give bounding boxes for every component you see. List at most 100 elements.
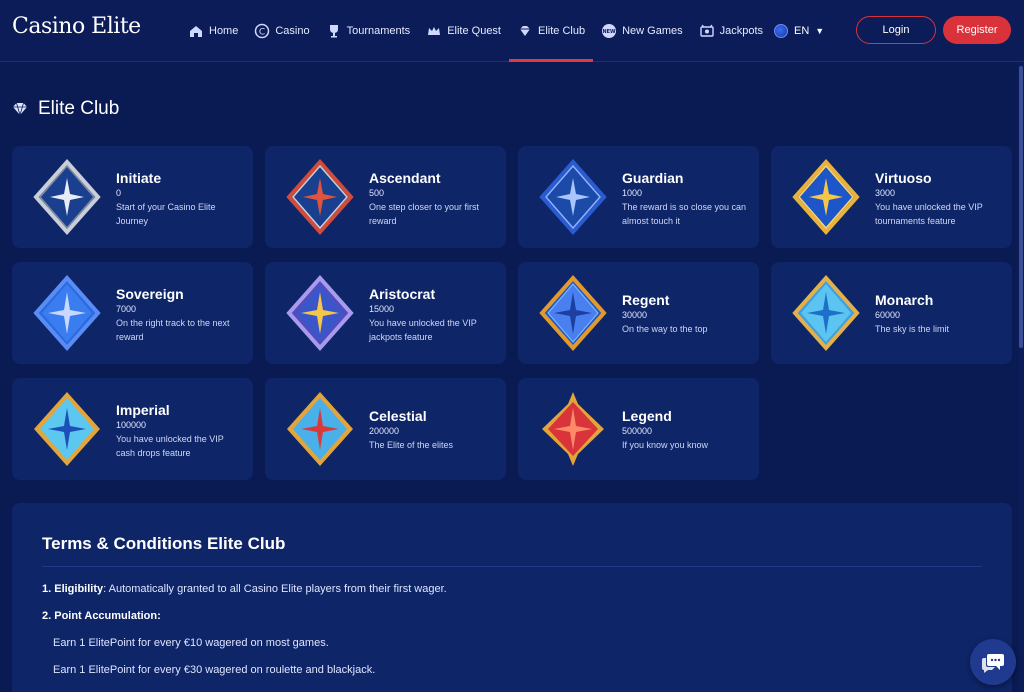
tier-description: You have unlocked the VIP cash drops fea… [116, 434, 224, 458]
svg-text:NEW: NEW [603, 29, 617, 35]
globe-icon [774, 24, 788, 38]
terms-eligibility: 1. Eligibility: Automatically granted to… [42, 583, 447, 595]
tier-card-ascendant: Ascendant 500 One step closer to your fi… [265, 146, 506, 248]
tier-points: 0 [116, 188, 122, 198]
nav-home-label: Home [209, 25, 239, 37]
tier-name: Initiate [116, 170, 162, 186]
login-button[interactable]: Login [856, 16, 936, 44]
tier-points: 200000 [369, 426, 400, 436]
crown-icon [428, 27, 441, 35]
top-header: Casino Elite Home C Casino Tournaments E… [0, 0, 1024, 62]
tier-name: Regent [622, 292, 670, 308]
main-nav: Home C Casino Tournaments Elite Quest El… [180, 0, 771, 62]
tier-description: The sky is the limit [875, 324, 950, 334]
jackpot-icon [699, 24, 714, 37]
eligibility-label: 1. Eligibility [42, 583, 104, 595]
tier-points: 15000 [369, 304, 395, 314]
points-rule-1: Earn 1 ElitePoint for every €10 wagered … [53, 637, 329, 649]
diamond-icon [520, 26, 530, 36]
points-label: 2. Point Accumulation: [42, 610, 161, 622]
initiate-badge-icon [33, 158, 101, 236]
page-title: Elite Club [12, 98, 119, 120]
nav-casino[interactable]: C Casino [246, 0, 317, 62]
sovereign-badge-icon [33, 274, 101, 352]
new-badge-icon: NEW [602, 24, 617, 38]
terms-section: Terms & Conditions Elite Club 1. Eligibi… [12, 503, 1012, 692]
tier-card-aristocrat: Aristocrat 15000 You have unlocked the V… [265, 262, 506, 364]
tier-card-sovereign: Sovereign 7000 On the right track to the… [12, 262, 253, 364]
points-rule-2: Earn 1 ElitePoint for every €30 wagered … [53, 664, 376, 676]
tier-points: 7000 [116, 304, 137, 314]
tier-card-celestial: Celestial 200000 The Elite of the elites [265, 378, 506, 480]
language-label: EN [794, 25, 810, 37]
tier-name: Monarch [875, 292, 934, 308]
celestial-badge-icon [287, 392, 353, 466]
trophy-icon [329, 25, 338, 38]
tier-description: One step closer to your first reward [369, 202, 480, 226]
tier-name: Guardian [622, 170, 684, 186]
nav-new-games-label: New Games [622, 25, 683, 37]
tier-points: 500000 [622, 426, 653, 436]
terms-point-accumulation: 2. Point Accumulation: [42, 610, 161, 622]
tier-points: 1000 [622, 188, 643, 198]
nav-tournaments-label: Tournaments [346, 25, 411, 37]
nav-jackpots-label: Jackpots [719, 25, 764, 37]
nav-home[interactable]: Home [180, 0, 246, 62]
page-title-text: Elite Club [38, 98, 120, 119]
svg-text:C: C [259, 28, 265, 38]
tier-points: 3000 [875, 188, 896, 198]
nav-jackpots[interactable]: Jackpots [691, 0, 771, 62]
tier-description: The Elite of the elites [369, 440, 454, 450]
terms-title: Terms & Conditions Elite Club [42, 534, 286, 553]
eligibility-text: : Automatically granted to all Casino El… [103, 583, 447, 595]
casino-chip-icon: C [255, 23, 270, 39]
tier-name: Celestial [369, 408, 427, 424]
register-button[interactable]: Register [943, 16, 1011, 44]
chat-button[interactable] [970, 639, 1016, 685]
nav-elite-club[interactable]: Elite Club [509, 0, 594, 62]
tier-card-legend: Legend 500000 If you know you know [518, 378, 759, 480]
nav-elite-quest-label: Elite Quest [447, 25, 501, 37]
tier-description: On the right track to the next reward [116, 318, 230, 342]
nav-casino-label: Casino [275, 25, 310, 37]
tier-card-monarch: Monarch 60000 The sky is the limit [771, 262, 1012, 364]
tier-name: Aristocrat [369, 286, 436, 302]
tier-points: 60000 [875, 310, 901, 320]
tier-description: You have unlocked the VIP jackpots featu… [369, 318, 477, 342]
nav-elite-club-label: Elite Club [538, 25, 586, 37]
tier-name: Imperial [116, 402, 170, 418]
monarch-badge-icon [792, 274, 860, 352]
tier-card-guardian: Guardian 1000 The reward is so close you… [518, 146, 759, 248]
nav-elite-quest[interactable]: Elite Quest [418, 0, 509, 62]
tier-description: You have unlocked the VIP tournaments fe… [875, 202, 983, 226]
home-icon [190, 26, 202, 37]
tier-description: The reward is so close you can almost to… [622, 202, 747, 226]
imperial-badge-icon [34, 392, 100, 466]
tier-description: On the way to the top [622, 324, 708, 334]
legend-badge-icon [542, 392, 604, 466]
tier-card-initiate: Initiate 0 Start of your Casino Elite Jo… [12, 146, 253, 248]
tier-name: Virtuoso [875, 170, 932, 186]
tier-name: Sovereign [116, 286, 184, 302]
tier-points: 30000 [622, 310, 648, 320]
casino-elite-logo[interactable]: Casino Elite [12, 14, 141, 39]
tier-card-imperial: Imperial 100000 You have unlocked the VI… [12, 378, 253, 480]
tier-name: Legend [622, 408, 672, 424]
nav-tournaments[interactable]: Tournaments [318, 0, 419, 62]
tiers-grid: Initiate 0 Start of your Casino Elite Jo… [12, 146, 1012, 480]
ascendant-badge-icon [286, 158, 354, 236]
regent-badge-icon [539, 274, 607, 352]
diamond-icon [13, 102, 27, 116]
divider [42, 566, 982, 567]
aristocrat-badge-icon [286, 274, 354, 352]
tier-description: Start of your Casino Elite Journey [116, 202, 216, 226]
chat-icon [982, 654, 1004, 673]
chevron-down-icon: ▼ [815, 26, 825, 36]
language-selector[interactable]: EN ▼ [770, 18, 826, 44]
scrollbar-thumb[interactable] [1019, 66, 1023, 348]
tier-description: If you know you know [622, 440, 709, 450]
virtuoso-badge-icon [792, 158, 860, 236]
nav-new-games[interactable]: NEW New Games [593, 0, 691, 62]
guardian-badge-icon [539, 158, 607, 236]
tier-points: 100000 [116, 420, 147, 430]
